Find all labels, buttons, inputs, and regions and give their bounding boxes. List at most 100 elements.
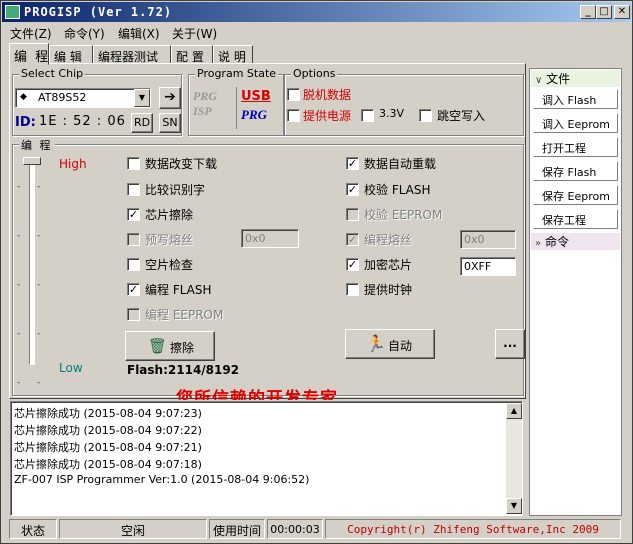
running-man-icon: 🏃 [366, 334, 386, 353]
save-eeprom-button[interactable]: 保存 Eeprom [533, 185, 618, 205]
load-flash-button[interactable]: 调入 Flash [533, 89, 618, 109]
tab-help[interactable]: 说 明 [213, 45, 253, 64]
chip-id-value: 1E : 52 : 06 [39, 114, 126, 129]
supply-clock-checkbox[interactable] [346, 283, 359, 296]
collapse-icon: ∨ [535, 75, 543, 86]
menu-about[interactable]: 关于(W) [172, 25, 217, 42]
download-on-change-label: 数据改变下载 [145, 157, 218, 171]
close-button[interactable]: ✕ [614, 5, 630, 19]
tab-programmer-test[interactable]: 编程器测试 [93, 45, 171, 64]
load-eeprom-button[interactable]: 调入 Eeprom [533, 113, 618, 133]
select-chip-group: Select Chip AT89S52 ◆ ▼ ➔ ID: 1E : 52 : … [12, 67, 182, 136]
usb-prg-icon: PRG [241, 107, 267, 122]
trash-icon: 🗑 [148, 337, 168, 355]
program-fuse-label: 编程熔丝 [364, 233, 413, 247]
usb-icon: USB [241, 89, 271, 104]
prg-isp-text: PRG ISP [193, 89, 217, 118]
minimize-button[interactable]: _ [580, 5, 596, 19]
supply-clock-label: 提供时钟 [364, 283, 413, 297]
tab-config[interactable]: 配 置 [171, 45, 213, 64]
read-id-button[interactable]: RD [131, 113, 153, 133]
offline-data-checkbox[interactable] [287, 88, 300, 101]
verify-eeprom-label: 校验 EEPROM [364, 208, 443, 222]
scroll-down-icon[interactable]: ▼ [506, 498, 522, 514]
menu-file[interactable]: 文件(Z) [10, 25, 52, 42]
title-bar[interactable]: PROGISP (Ver 1.72) _ □ ✕ [2, 2, 631, 22]
copyright-text: Copyright(r) Zhifeng Software,Inc 2009 [325, 519, 621, 539]
chip-erase-checkbox[interactable]: ✓ [127, 208, 140, 221]
program-state-label: Program State [195, 67, 279, 80]
download-on-change-checkbox[interactable] [127, 157, 140, 170]
verify-flash-checkbox[interactable]: ✓ [346, 183, 359, 196]
compare-signature-checkbox[interactable] [127, 183, 140, 196]
log-panel[interactable]: 芯片擦除成功 (2015-08-04 9:07:23) 芯片擦除成功 (2015… [10, 401, 523, 516]
options-label: Options [291, 67, 338, 80]
erase-button[interactable]: 🗑 擦除 [125, 331, 215, 361]
compare-signature-label: 比较识别字 [145, 183, 206, 197]
program-panel: Select Chip AT89S52 ◆ ▼ ➔ ID: 1E : 52 : … [9, 63, 526, 400]
sidebar-file-header-label: 文件 [546, 72, 571, 86]
log-line: ZF-007 ISP Programmer Ver:1.0 (2015-08-0… [14, 473, 310, 486]
encrypt-value-input[interactable]: 0XFF [460, 257, 516, 276]
auto-reload-checkbox[interactable]: ✓ [346, 157, 359, 170]
chip-select[interactable]: AT89S52 ◆ ▼ [15, 88, 151, 108]
scroll-up-icon[interactable]: ▲ [506, 403, 522, 419]
menu-edit[interactable]: 编辑(X) [118, 25, 160, 42]
arrow-right-button[interactable]: ➔ [159, 87, 181, 109]
program-eeprom-label: 编程 EEPROM [145, 308, 224, 322]
program-eeprom-checkbox [127, 308, 140, 321]
time-value: 00:00:03 [267, 519, 323, 539]
erase-button-label: 擦除 [170, 341, 195, 355]
open-project-button[interactable]: 打开工程 [533, 137, 618, 157]
supply-power-checkbox[interactable] [287, 109, 300, 122]
time-label: 使用时间 [209, 519, 265, 539]
options-group: Options 脱机数据 提供电源 3.3V 跳空写入 [284, 67, 524, 136]
banner-text: 您所信赖的开发专家 [176, 389, 338, 400]
program-fuse-input: 0x0 [460, 230, 516, 249]
slider-low-label: Low [59, 361, 83, 375]
sidebar-command-header[interactable]: » 命令 [531, 233, 620, 250]
blank-check-checkbox[interactable] [127, 258, 140, 271]
log-line: 芯片擦除成功 (2015-08-04 9:07:23) [14, 407, 202, 420]
verify-eeprom-checkbox [346, 208, 359, 221]
encrypt-chip-checkbox[interactable]: ✓ [346, 258, 359, 271]
offline-data-label: 脱机数据 [303, 88, 352, 102]
auto-button[interactable]: 🏃 自动 [345, 329, 435, 359]
log-line: 芯片擦除成功 (2015-08-04 9:07:21) [14, 441, 202, 454]
tab-edit[interactable]: 编 辑 [49, 45, 93, 64]
more-button[interactable]: ... [495, 329, 525, 359]
chip-erase-label: 芯片擦除 [145, 208, 194, 222]
speed-slider-track[interactable] [29, 159, 35, 365]
chevron-down-icon[interactable]: ▼ [134, 89, 150, 107]
serial-number-button[interactable]: SN [159, 113, 181, 133]
menu-command[interactable]: 命令(Y) [64, 25, 105, 42]
skip-blank-write-checkbox[interactable] [419, 109, 432, 122]
program-state-group: Program State PRG ISP USB PRG [188, 67, 284, 136]
prewrite-fuse-input: 0x0 [241, 229, 299, 248]
supply-power-label: 提供电源 [303, 109, 352, 123]
chip-select-value: AT89S52 [38, 91, 87, 104]
program-flash-checkbox[interactable]: ✓ [127, 283, 140, 296]
prewrite-fuse-label: 预写熔丝 [145, 233, 194, 247]
save-project-button[interactable]: 保存工程 [533, 209, 618, 229]
flash-usage: Flash:2114/8192 [127, 363, 240, 377]
program-group-label: 编 程 [19, 137, 55, 153]
log-line: 芯片擦除成功 (2015-08-04 9:07:22) [14, 424, 202, 437]
expand-icon: » [535, 238, 542, 249]
chip-id-label: ID: [15, 115, 36, 130]
slider-high-label: High [59, 157, 87, 171]
maximize-button[interactable]: □ [596, 5, 612, 19]
log-scrollbar[interactable]: ▲ ▼ [506, 403, 522, 514]
log-line: 芯片擦除成功 (2015-08-04 9:07:18) [14, 458, 202, 471]
save-flash-button[interactable]: 保存 Flash [533, 161, 618, 181]
app-icon [5, 5, 20, 19]
voltage-3v3-checkbox[interactable] [361, 109, 374, 122]
banner-clip: 您所信赖的开发专家 [176, 382, 376, 400]
tab-program[interactable]: 编 程 [9, 43, 49, 65]
sidebar-file-header[interactable]: ∨ 文件 [531, 70, 620, 87]
slider-ticks-right: ----- [37, 182, 41, 388]
verify-flash-label: 校验 FLASH [364, 183, 431, 197]
voltage-3v3-label: 3.3V [379, 107, 405, 120]
auto-button-label: 自动 [388, 339, 413, 353]
prg-isp-icon: PRG ISP [193, 89, 229, 123]
